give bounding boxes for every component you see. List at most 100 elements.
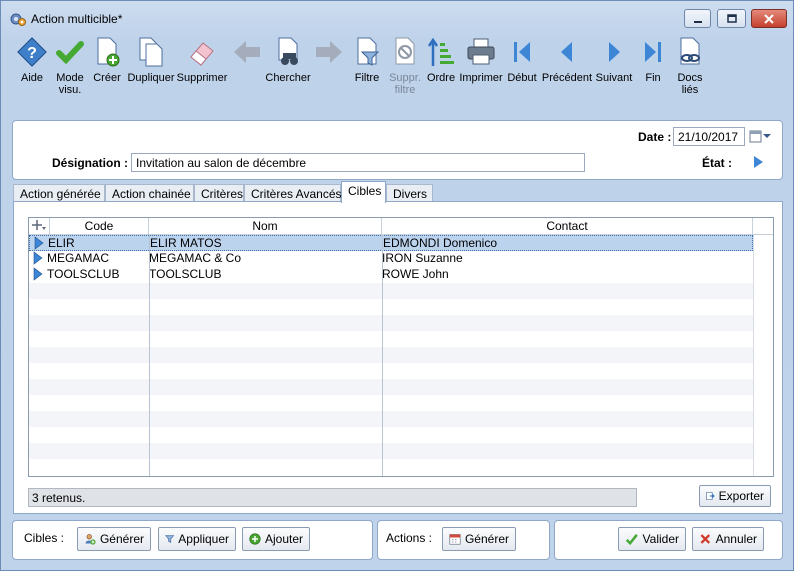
print-label: Imprimer bbox=[459, 72, 503, 84]
arrow-right-icon bbox=[316, 41, 342, 63]
tab-criteres[interactable]: Critères bbox=[194, 184, 244, 202]
row-pointer-icon bbox=[33, 267, 43, 281]
designation-label: Désignation : bbox=[52, 156, 129, 170]
cell-contact: IRON Suzanne bbox=[382, 251, 463, 265]
last-label: Fin bbox=[645, 72, 661, 84]
duplicate-button[interactable]: Dupliquer bbox=[127, 35, 175, 84]
check-small-icon bbox=[625, 533, 638, 546]
validation-panel: Valider Annuler bbox=[554, 520, 783, 560]
delete-label: Supprimer bbox=[176, 72, 228, 84]
cibles-panel: Code Nom Contact ELIR ELIR MATOS EDMONDI… bbox=[13, 201, 783, 514]
column-header-nom[interactable]: Nom bbox=[149, 218, 382, 235]
cancel-icon bbox=[700, 534, 711, 544]
first-icon bbox=[514, 42, 530, 62]
filter-icon bbox=[357, 37, 380, 66]
duplicate-icon bbox=[139, 37, 163, 67]
help-label: Aide bbox=[20, 72, 44, 84]
tab-cibles[interactable]: Cibles bbox=[341, 181, 386, 203]
close-icon bbox=[764, 13, 774, 24]
filter-apply-icon bbox=[165, 535, 175, 543]
help-icon: ? bbox=[17, 37, 47, 67]
tab-criteres-avances[interactable]: Critères Avancés bbox=[244, 184, 342, 202]
window-title: Action multicible* bbox=[31, 12, 123, 26]
column-header-code[interactable]: Code bbox=[50, 218, 149, 235]
svg-text:?: ? bbox=[27, 45, 37, 62]
search-label: Chercher bbox=[265, 72, 311, 84]
etat-label: État : bbox=[702, 156, 732, 170]
apply-button[interactable]: Appliquer bbox=[158, 527, 236, 551]
cell-nom: MEGAMAC & Co bbox=[149, 251, 242, 265]
previous-record-button[interactable]: Précédent bbox=[542, 35, 592, 84]
cibles-generate-button[interactable]: Générer bbox=[77, 527, 151, 551]
last-record-button[interactable]: Fin bbox=[636, 35, 670, 84]
delete-button[interactable]: Supprimer bbox=[177, 35, 227, 84]
column-header-contact[interactable]: Contact bbox=[382, 218, 753, 235]
cell-contact: ROWE John bbox=[382, 267, 449, 281]
grid-vertical-scrollbar[interactable] bbox=[753, 235, 773, 476]
create-button[interactable]: Créer bbox=[89, 35, 125, 84]
calendar-icon[interactable] bbox=[749, 129, 763, 143]
title-bar: Action multicible* bbox=[1, 1, 793, 35]
chevron-down-icon[interactable] bbox=[762, 131, 772, 141]
print-button[interactable]: Imprimer bbox=[459, 35, 503, 84]
close-window-button[interactable] bbox=[751, 9, 787, 28]
help-button[interactable]: ? Aide bbox=[14, 35, 50, 84]
search-previous-button[interactable] bbox=[229, 35, 265, 72]
cell-nom: ELIR MATOS bbox=[150, 236, 222, 250]
view-mode-label: Mode visu. bbox=[56, 72, 84, 96]
search-button[interactable]: Chercher bbox=[265, 35, 311, 84]
remove-filter-label: Suppr. filtre bbox=[389, 72, 421, 96]
search-next-button[interactable] bbox=[311, 35, 347, 72]
new-document-icon bbox=[97, 37, 120, 67]
app-gear-icon bbox=[10, 13, 26, 26]
validate-button[interactable]: Valider bbox=[618, 527, 686, 551]
export-label: Exporter bbox=[718, 489, 764, 503]
row-pointer-icon bbox=[34, 236, 44, 250]
tab-divers[interactable]: Divers bbox=[386, 184, 433, 202]
create-label: Créer bbox=[93, 72, 121, 84]
row-pointer-icon bbox=[33, 251, 43, 265]
first-label: Début bbox=[507, 72, 537, 84]
tab-action-generee[interactable]: Action générée bbox=[13, 184, 105, 202]
cell-code: ELIR bbox=[48, 236, 75, 250]
status-bar: 3 retenus. bbox=[28, 488, 637, 507]
export-button[interactable]: Exporter bbox=[699, 485, 771, 507]
cell-code: TOOLSCLUB bbox=[47, 267, 120, 281]
previous-label: Précédent bbox=[541, 72, 593, 84]
tab-action-chainee[interactable]: Action chainée bbox=[105, 184, 194, 202]
view-mode-button[interactable]: Mode visu. bbox=[52, 35, 88, 96]
next-record-button[interactable]: Suivant bbox=[594, 35, 634, 84]
validate-label: Valider bbox=[642, 532, 679, 546]
check-icon bbox=[56, 41, 84, 65]
grid-add-column[interactable] bbox=[29, 218, 50, 235]
next-label: Suivant bbox=[595, 72, 633, 84]
table-row[interactable]: MEGAMAC MEGAMAC & Co IRON Suzanne bbox=[29, 251, 753, 267]
add-icon bbox=[249, 533, 261, 545]
sort-order-button[interactable]: Ordre bbox=[424, 35, 458, 84]
add-button[interactable]: Ajouter bbox=[242, 527, 310, 551]
date-field[interactable]: 21/10/2017 bbox=[673, 127, 745, 146]
actions-generate-button[interactable]: Générer bbox=[442, 527, 516, 551]
designation-field[interactable]: Invitation au salon de décembre bbox=[131, 153, 585, 172]
targets-grid: Code Nom Contact ELIR ELIR MATOS EDMONDI… bbox=[28, 217, 774, 477]
next-icon bbox=[609, 42, 620, 62]
linked-docs-button[interactable]: Docs liés bbox=[672, 35, 708, 96]
first-record-button[interactable]: Début bbox=[505, 35, 539, 84]
remove-filter-button[interactable]: Suppr. filtre bbox=[387, 35, 423, 96]
main-window: Action multicible* ? Aide Mode visu. Cré… bbox=[0, 0, 794, 571]
maximize-icon bbox=[726, 13, 737, 23]
cell-contact: EDMONDI Domenico bbox=[383, 236, 498, 250]
user-generate-icon bbox=[85, 534, 96, 545]
table-row[interactable]: ELIR ELIR MATOS EDMONDI Domenico bbox=[29, 235, 753, 251]
etat-arrow-icon[interactable] bbox=[752, 155, 764, 169]
cell-code: MEGAMAC bbox=[47, 251, 110, 265]
filter-button[interactable]: Filtre bbox=[350, 35, 384, 84]
add-column-icon bbox=[32, 220, 46, 230]
apply-label: Appliquer bbox=[178, 532, 229, 546]
linked-docs-icon bbox=[680, 37, 700, 65]
cancel-button[interactable]: Annuler bbox=[692, 527, 764, 551]
table-row[interactable]: TOOLSCLUB TOOLSCLUB ROWE John bbox=[29, 267, 753, 283]
minimize-button[interactable] bbox=[684, 9, 711, 28]
maximize-button[interactable] bbox=[717, 9, 746, 28]
sort-order-icon bbox=[427, 37, 454, 66]
